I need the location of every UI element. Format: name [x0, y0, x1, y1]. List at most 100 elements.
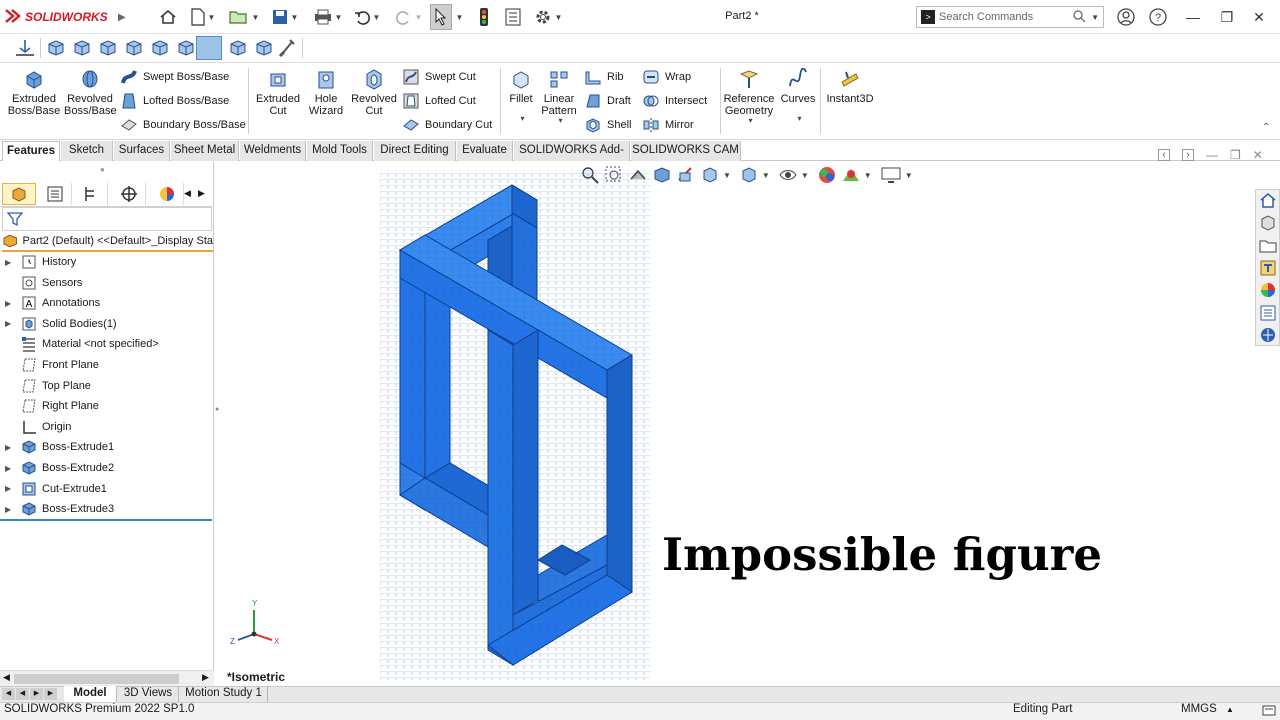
- feature-tree-root[interactable]: Part2 (Default) <<Default>_Display Sta: [2, 232, 213, 252]
- instant3d-button[interactable]: Instant3D: [824, 68, 876, 105]
- home-icon[interactable]: [158, 7, 178, 27]
- linear-pattern-button[interactable]: Linear Pattern ▾: [538, 68, 580, 127]
- prev-tab-icon[interactable]: ◀: [16, 688, 29, 700]
- appearances-scenes-icon[interactable]: [1258, 280, 1278, 300]
- bottom-tab-model[interactable]: Model: [64, 686, 117, 702]
- tab-scroll-left-icon[interactable]: ◀: [184, 188, 191, 199]
- configuration-manager-tab[interactable]: [74, 183, 108, 205]
- custom-properties-icon[interactable]: [1258, 303, 1278, 323]
- boundary-boss-base-button[interactable]: Boundary Boss/Base: [120, 116, 246, 134]
- revolved-boss-base-button[interactable]: Revolved Boss/Base: [64, 68, 117, 117]
- units-dropdown-icon[interactable]: ▲: [1226, 705, 1234, 714]
- normal-to-icon[interactable]: [14, 38, 36, 61]
- view-palette-icon[interactable]: [1258, 258, 1278, 278]
- tab-solidworks-add-ins[interactable]: SOLIDWORKS Add-Ins: [514, 141, 630, 175]
- tree-item-history[interactable]: ▶ History: [0, 252, 212, 272]
- panel-splitter[interactable]: ●: [214, 162, 223, 686]
- extruded-cut-button[interactable]: Extruded Cut: [252, 68, 304, 117]
- viewport-next-icon[interactable]: ›: [1182, 149, 1194, 161]
- scroll-left-icon[interactable]: ◀: [3, 672, 10, 683]
- intersect-button[interactable]: Intersect: [642, 92, 707, 110]
- save-button[interactable]: ▼: [268, 7, 302, 27]
- fillet-dropdown-icon[interactable]: ▾: [507, 113, 538, 125]
- bottom-tab-3d-views[interactable]: 3D Views: [118, 686, 179, 702]
- property-manager-tab[interactable]: [38, 183, 72, 205]
- view-selector-icon[interactable]: [278, 38, 296, 61]
- last-tab-icon[interactable]: ▶: [44, 688, 57, 700]
- shell-button[interactable]: Shell: [584, 116, 631, 134]
- design-library-icon[interactable]: [1258, 213, 1278, 233]
- solidworks-forum-icon[interactable]: [1258, 325, 1278, 345]
- file-explorer-icon[interactable]: [1258, 236, 1278, 256]
- expand-arrow-icon[interactable]: ▶: [5, 258, 15, 267]
- tree-item-boss-extrude2[interactable]: ▶ Boss-Extrude2: [0, 458, 212, 478]
- right-view-icon[interactable]: [124, 38, 144, 58]
- tree-item-boss-extrude3[interactable]: ▶ Boss-Extrude3: [0, 499, 212, 519]
- search-commands-box[interactable]: > Search Commands ▼: [916, 6, 1104, 28]
- tree-item-sensors[interactable]: Sensors: [0, 273, 212, 293]
- dimxpert-manager-tab[interactable]: [112, 183, 146, 205]
- tree-item-right-plane[interactable]: Right Plane: [0, 396, 212, 416]
- feature-manager-tab[interactable]: [2, 183, 36, 205]
- tree-item-annotations[interactable]: ▶ A Annotations: [0, 293, 212, 313]
- revolved-cut-button[interactable]: Revolved Cut: [348, 68, 400, 117]
- first-tab-icon[interactable]: ◀: [2, 688, 15, 700]
- lofted-cut-button[interactable]: Lofted Cut: [402, 92, 476, 110]
- viewport-minimize-icon[interactable]: —: [1206, 148, 1218, 162]
- isometric-view-button-selected[interactable]: [196, 36, 222, 60]
- trimetric-view-icon[interactable]: [228, 38, 248, 58]
- file-properties-icon[interactable]: [502, 7, 524, 27]
- close-window-icon[interactable]: ✕: [1246, 8, 1272, 26]
- viewport-prev-icon[interactable]: ‹: [1158, 149, 1170, 161]
- status-units[interactable]: MMGS: [1181, 703, 1217, 715]
- panel-grip-icon[interactable]: ●: [100, 165, 105, 174]
- status-options-icon[interactable]: [1262, 703, 1276, 720]
- help-icon[interactable]: ?: [1148, 7, 1168, 27]
- tab-weldments[interactable]: Weldments: [240, 141, 306, 161]
- swept-boss-base-button[interactable]: Swept Boss/Base: [120, 68, 229, 86]
- left-view-icon[interactable]: [98, 38, 118, 58]
- swept-cut-button[interactable]: Swept Cut: [402, 68, 476, 86]
- lofted-boss-base-button[interactable]: Lofted Boss/Base: [120, 92, 229, 110]
- tab-sketch[interactable]: Sketch: [61, 141, 113, 161]
- top-view-icon[interactable]: [150, 38, 170, 58]
- tab-sheet-metal[interactable]: Sheet Metal: [171, 141, 239, 161]
- wrap-button[interactable]: Wrap: [642, 68, 691, 86]
- tree-item-front-plane[interactable]: Front Plane: [0, 355, 212, 375]
- mirror-button[interactable]: Mirror: [642, 116, 694, 134]
- boundary-cut-button[interactable]: Boundary Cut: [402, 116, 492, 134]
- scroll-right-icon[interactable]: ▶: [202, 672, 209, 683]
- next-tab-icon[interactable]: ▶: [30, 688, 43, 700]
- options-gear-icon[interactable]: ▼: [530, 7, 566, 27]
- select-dropdown-icon[interactable]: ▼: [452, 7, 464, 27]
- feature-tree-scrollbar[interactable]: ◀ ▶: [0, 670, 214, 686]
- tab-direct-editing[interactable]: Direct Editing: [374, 141, 456, 161]
- dimetric-view-icon[interactable]: [254, 38, 274, 58]
- viewport-close-icon[interactable]: ✕: [1253, 148, 1263, 162]
- tab-features[interactable]: Features: [2, 141, 60, 161]
- tab-surfaces[interactable]: Surfaces: [114, 141, 170, 161]
- user-account-icon[interactable]: [1116, 7, 1136, 27]
- search-dropdown-icon[interactable]: ▼: [1091, 13, 1099, 22]
- solidworks-resources-icon[interactable]: [1258, 190, 1278, 210]
- expand-arrow-icon[interactable]: ▶: [5, 443, 15, 452]
- tree-item-top-plane[interactable]: Top Plane: [0, 376, 212, 396]
- tree-item-cut-extrude1[interactable]: ▶ Cut-Extrude1: [0, 479, 212, 499]
- rib-button[interactable]: Rib: [584, 68, 624, 86]
- tree-item-solid-bodies-1[interactable]: ▶ Solid Bodies(1): [0, 314, 212, 334]
- curves-dropdown-icon[interactable]: ▾: [781, 113, 818, 125]
- tree-item-boss-extrude1[interactable]: ▶ Boss-Extrude1: [0, 437, 212, 457]
- front-view-icon[interactable]: [46, 38, 66, 58]
- open-document-button[interactable]: ▼: [226, 7, 262, 27]
- restore-window-icon[interactable]: ❐: [1214, 8, 1240, 26]
- undo-button[interactable]: ▼: [350, 7, 384, 27]
- tab-mold-tools[interactable]: Mold Tools: [307, 141, 373, 161]
- rollback-bar[interactable]: [0, 519, 212, 521]
- select-pointer-icon[interactable]: [430, 4, 452, 30]
- search-icon[interactable]: [1072, 9, 1086, 26]
- expand-arrow-icon[interactable]: ▶: [5, 299, 15, 308]
- tree-item-material-not-specified[interactable]: Material <not specified>: [0, 334, 212, 354]
- redo-button[interactable]: ▼: [392, 7, 426, 27]
- expand-arrow-icon[interactable]: ▶: [5, 464, 15, 473]
- new-document-button[interactable]: ▼: [186, 7, 220, 27]
